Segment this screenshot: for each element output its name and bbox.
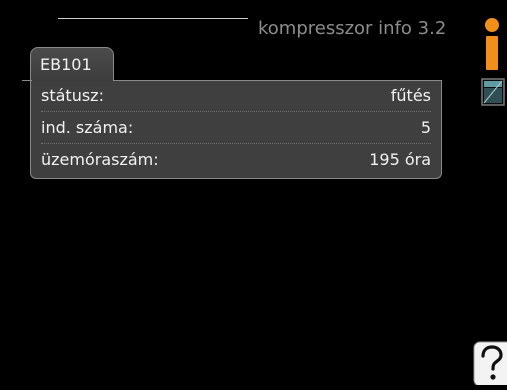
tab-label: EB101: [40, 55, 92, 74]
compressor-info-panel: státusz: fűtés ind. száma: 5 üzemóraszám…: [30, 81, 442, 179]
start-count-row: ind. száma: 5: [41, 113, 431, 144]
manual-icon[interactable]: [481, 78, 505, 106]
status-label: státusz:: [41, 86, 104, 105]
info-icon[interactable]: [484, 17, 500, 71]
operating-hours-value: 195 óra: [369, 150, 431, 169]
help-icon[interactable]: [473, 341, 507, 387]
operating-hours-row: üzemóraszám: 195 óra: [41, 145, 431, 175]
operating-hours-label: üzemóraszám:: [41, 150, 159, 169]
start-count-label: ind. száma:: [41, 118, 134, 137]
start-count-value: 5: [420, 118, 431, 137]
page-title: kompresszor info 3.2: [258, 18, 447, 39]
header-divider: [58, 18, 248, 19]
status-row: státusz: fűtés: [41, 81, 431, 112]
status-value: fűtés: [390, 86, 431, 105]
